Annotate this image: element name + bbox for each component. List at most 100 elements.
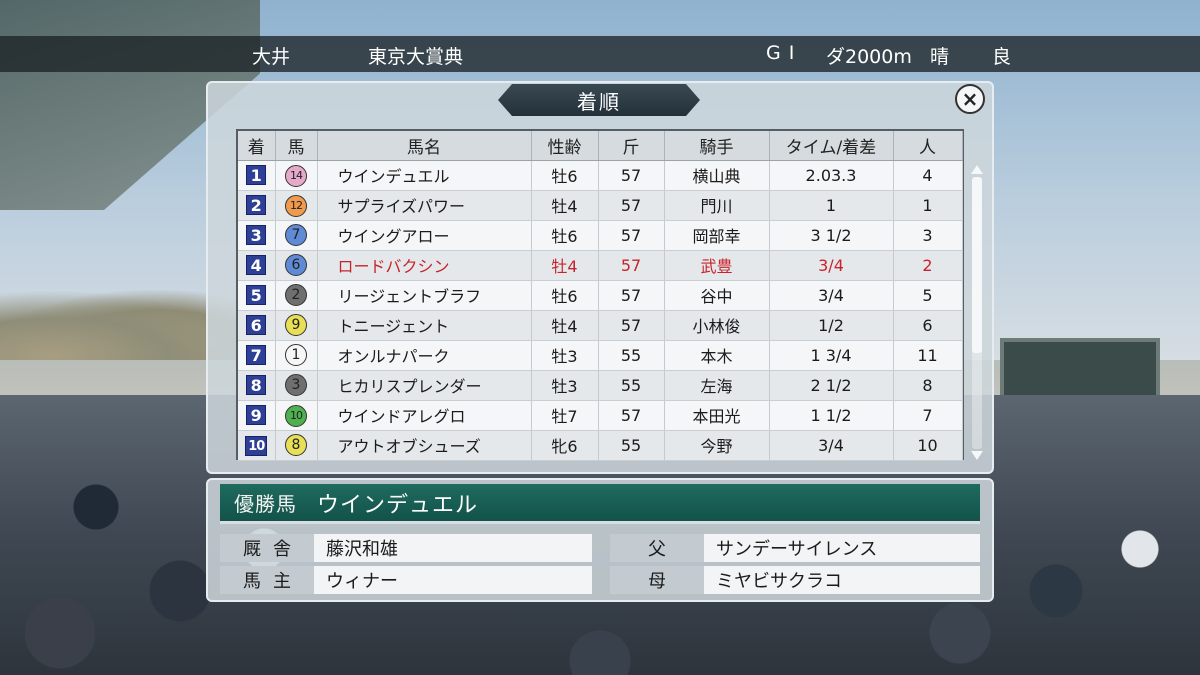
horse-number-badge: 8 <box>285 434 307 456</box>
carried-weight-cell: 57 <box>598 310 665 341</box>
results-body: 1 14 ウインデュエル 牡6 57 横山典 2.03.3 4 2 12 サプライズパワー 牡4 57 門… <box>238 160 963 461</box>
popularity-cell: 4 <box>893 160 963 191</box>
finish-position-badge: 6 <box>246 315 267 335</box>
result-row[interactable]: 1 14 ウインデュエル 牡6 57 横山典 2.03.3 4 <box>238 160 963 191</box>
horse-number-cell: 7 <box>275 220 318 251</box>
sex-age-cell: 牡4 <box>531 250 599 281</box>
horse-name-cell: ロードバクシン <box>317 250 532 281</box>
result-row[interactable]: 3 7 ウイングアロー 牡6 57 岡部幸 3 1/2 3 <box>238 220 963 251</box>
dam-label: 母 <box>610 566 704 594</box>
horse-number-badge: 14 <box>285 164 307 187</box>
jockey-cell: 今野 <box>664 430 770 461</box>
finish-position-cell: 10 <box>238 430 276 461</box>
carried-weight-cell: 57 <box>598 400 665 431</box>
scroll-thumb[interactable] <box>972 177 982 353</box>
column-header: 性齢 <box>531 131 599 161</box>
horse-number-cell: 2 <box>275 280 318 311</box>
carried-weight-cell: 55 <box>598 430 665 461</box>
sex-age-cell: 牡6 <box>531 280 599 311</box>
finish-position-badge: 4 <box>246 255 267 275</box>
horse-number-badge: 12 <box>285 194 307 217</box>
finish-position-cell: 9 <box>238 400 276 431</box>
finish-position-badge: 5 <box>246 285 267 305</box>
horse-number-cell: 8 <box>275 430 318 461</box>
popularity-cell: 8 <box>893 370 963 401</box>
jockey-cell: 武豊 <box>664 250 770 281</box>
race-distance: ダ2000m <box>826 46 912 68</box>
horse-name-cell: リージェントブラフ <box>317 280 532 311</box>
jockey-cell: 岡部幸 <box>664 220 770 251</box>
sex-age-cell: 牡3 <box>531 340 599 371</box>
finish-position-cell: 2 <box>238 190 276 221</box>
column-header: 着 <box>238 131 276 161</box>
finish-position-cell: 6 <box>238 310 276 341</box>
horse-name-cell: アウトオブシューズ <box>317 430 532 461</box>
finish-position-badge: 7 <box>246 345 267 365</box>
result-row[interactable]: 2 12 サプライズパワー 牡4 57 門川 1 1 <box>238 190 963 221</box>
dam-value: ミヤビサクラコ <box>704 566 980 594</box>
horse-number-cell: 6 <box>275 250 318 281</box>
result-row[interactable]: 10 8 アウトオブシューズ 牝6 55 今野 3/4 10 <box>238 430 963 461</box>
winner-bar: 優勝馬 ウインデュエル <box>220 484 980 524</box>
results-scrollbar[interactable] <box>969 163 985 463</box>
results-table-frame: 着馬馬名 性齢斤騎手 タイム/着差人 1 14 ウインデュエル 牡6 57 横山典 2.03.3… <box>236 129 964 461</box>
owner-row: 馬主 ウィナー <box>220 566 592 594</box>
race-header-bar: 大井 東京大賞典 GI ダ2000m 晴 良 <box>0 36 1200 72</box>
close-button[interactable]: × <box>955 84 985 114</box>
horse-number-cell: 12 <box>275 190 318 221</box>
sex-age-cell: 牡4 <box>531 310 599 341</box>
horse-number-badge: 6 <box>285 254 307 276</box>
scroll-track[interactable] <box>972 177 982 449</box>
horse-name-cell: ウイングアロー <box>317 220 532 251</box>
finish-position-badge: 8 <box>246 375 267 395</box>
carried-weight-cell: 57 <box>598 190 665 221</box>
result-row[interactable]: 8 3 ヒカリスプレンダー 牡3 55 左海 2 1/2 8 <box>238 370 963 401</box>
carried-weight-cell: 57 <box>598 160 665 191</box>
finish-position-badge: 1 <box>246 165 267 185</box>
horse-name-cell: オンルナパーク <box>317 340 532 371</box>
result-row[interactable]: 7 1 オンルナパーク 牡3 55 本木 1 3/4 11 <box>238 340 963 371</box>
close-icon: × <box>961 87 979 111</box>
result-row[interactable]: 6 9 トニージェント 牡4 57 小林俊 1/2 6 <box>238 310 963 341</box>
time-margin-cell: 1 1/2 <box>769 400 894 431</box>
horse-number-cell: 10 <box>275 400 318 431</box>
carried-weight-cell: 57 <box>598 250 665 281</box>
column-header: 馬 <box>275 131 318 161</box>
jockey-cell: 本田光 <box>664 400 770 431</box>
carried-weight-cell: 57 <box>598 220 665 251</box>
popularity-cell: 6 <box>893 310 963 341</box>
stable-label: 厩舎 <box>220 534 314 562</box>
horse-name-cell: サプライズパワー <box>317 190 532 221</box>
sex-age-cell: 牡6 <box>531 220 599 251</box>
winner-name: ウインデュエル <box>317 492 479 518</box>
carried-weight-cell: 55 <box>598 370 665 401</box>
finish-position-cell: 5 <box>238 280 276 311</box>
sire-value: サンデーサイレンス <box>704 534 980 562</box>
sex-age-cell: 牡4 <box>531 190 599 221</box>
race-grade: GI <box>766 42 803 64</box>
horse-number-badge: 10 <box>285 404 307 427</box>
horse-number-cell: 1 <box>275 340 318 371</box>
finish-position-badge: 10 <box>245 435 268 456</box>
finish-position-cell: 7 <box>238 340 276 371</box>
finish-position-badge: 9 <box>246 405 267 425</box>
scroll-up-arrow-icon[interactable] <box>971 165 983 174</box>
column-header: 騎手 <box>664 131 770 161</box>
horse-name-cell: ウインドアレグロ <box>317 400 532 431</box>
popularity-cell: 3 <box>893 220 963 251</box>
result-row[interactable]: 4 6 ロードバクシン 牡4 57 武豊 3/4 2 <box>238 250 963 281</box>
result-row[interactable]: 9 10 ウインドアレグロ 牡7 57 本田光 1 1/2 7 <box>238 400 963 431</box>
stable-value: 藤沢和雄 <box>314 534 592 562</box>
horse-number-badge: 1 <box>285 344 307 366</box>
column-header: 人 <box>893 131 963 161</box>
column-header: 馬名 <box>317 131 532 161</box>
finish-position-badge: 3 <box>246 225 267 245</box>
finish-position-badge: 2 <box>246 195 267 215</box>
table-header-row: 着馬馬名 性齢斤騎手 タイム/着差人 <box>238 131 963 161</box>
time-margin-cell: 3/4 <box>769 280 894 311</box>
sire-label: 父 <box>610 534 704 562</box>
time-margin-cell: 2.03.3 <box>769 160 894 191</box>
scroll-down-arrow-icon[interactable] <box>971 451 983 460</box>
sex-age-cell: 牡6 <box>531 160 599 191</box>
result-row[interactable]: 5 2 リージェントブラフ 牡6 57 谷中 3/4 5 <box>238 280 963 311</box>
